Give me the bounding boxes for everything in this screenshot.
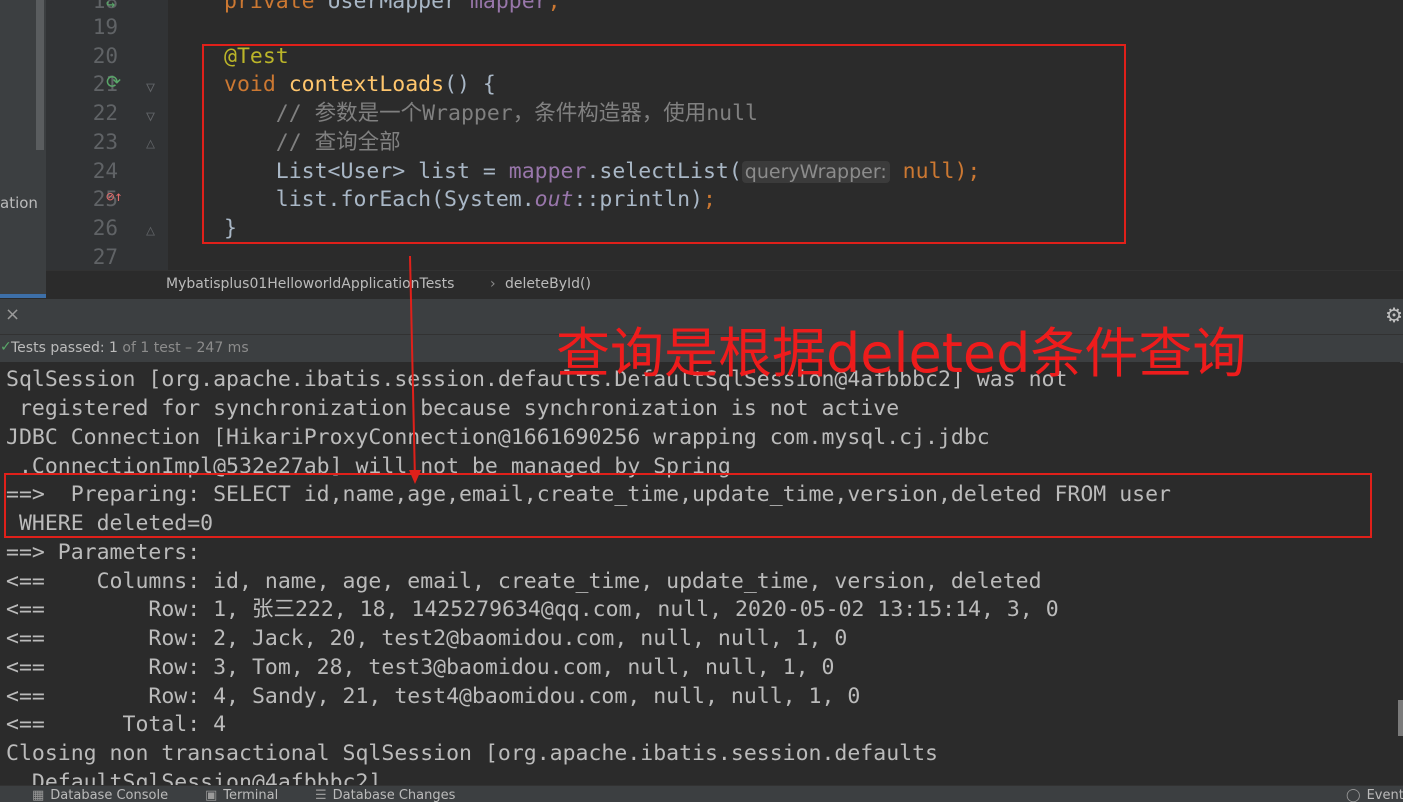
console-line: <== Row: 2, Jack, 20, test2@baomidou.com… bbox=[6, 626, 848, 651]
breadcrumb: Mybatisplus01HelloworldApplicationTests … bbox=[46, 270, 1403, 299]
fold-marker-icon[interactable]: ▽ bbox=[146, 108, 155, 124]
code-token: ; bbox=[547, 0, 561, 14]
tests-passed-count: 1 bbox=[109, 340, 118, 356]
line-number: 23 bbox=[92, 130, 118, 154]
terminal-icon: ▣ bbox=[205, 788, 218, 802]
check-icon: ✓ bbox=[0, 339, 12, 355]
editor-gutter: 18 19 20 21 22 23 24 25 26 27 ↪ ⟳ ⊘↑ ▽ ▽… bbox=[46, 0, 168, 270]
console-line: <== Total: 4 bbox=[6, 712, 227, 737]
tool-window-bar: ▦ Database Console ▣ Terminal ☰ Database Ch… bbox=[0, 785, 1403, 802]
tests-duration: – 247 ms bbox=[180, 340, 249, 356]
code-token: mapper bbox=[469, 0, 548, 14]
console-line: <== Row: 4, Sandy, 21, test4@baomidou.co… bbox=[6, 684, 861, 709]
breadcrumb-separator: › bbox=[490, 276, 496, 292]
console-line: .DefaultSqlSession@4afbbbc2] bbox=[6, 770, 382, 786]
tab-label: Event bbox=[1366, 788, 1403, 802]
database-changes-icon: ☰ bbox=[315, 788, 327, 802]
code-token: private bbox=[224, 0, 328, 14]
gear-icon[interactable]: ⚙ bbox=[1385, 303, 1403, 327]
database-console-tab[interactable]: ▦ Database Console bbox=[32, 788, 168, 802]
console-line: <== Columns: id, name, age, email, creat… bbox=[6, 569, 1042, 594]
line-number: 20 bbox=[92, 44, 118, 68]
console-line: ==> Parameters: bbox=[6, 540, 214, 565]
console-output[interactable]: SqlSession [org.apache.ibatis.session.de… bbox=[0, 362, 1400, 786]
console-line: registered for synchronization because s… bbox=[6, 396, 900, 421]
event-log-tab[interactable]: ◯ Event bbox=[1346, 788, 1403, 802]
terminal-tab[interactable]: ▣ Terminal bbox=[205, 788, 278, 802]
override-marker-icon[interactable]: ⊘↑ bbox=[106, 189, 123, 205]
code-line: private UserMapper mapper; bbox=[224, 0, 561, 16]
line-number: 27 bbox=[92, 245, 118, 269]
project-item-label[interactable]: ation bbox=[0, 194, 38, 212]
annotation-text: 查询是根据deleted条件查询 bbox=[556, 322, 1247, 385]
console-line: <== Row: 3, Tom, 28, test3@baomidou.com,… bbox=[6, 655, 835, 680]
line-number: 22 bbox=[92, 101, 118, 125]
run-test-icon[interactable]: ⟳ bbox=[106, 74, 121, 92]
line-number: 24 bbox=[92, 159, 118, 183]
fold-marker-icon[interactable]: △ bbox=[146, 135, 155, 151]
database-icon: ▦ bbox=[32, 788, 45, 802]
tab-label: Database Changes bbox=[332, 788, 456, 802]
project-scrollbar[interactable] bbox=[36, 0, 44, 150]
project-panel[interactable]: ation bbox=[0, 0, 46, 296]
fold-marker-icon[interactable]: ▽ bbox=[146, 79, 155, 95]
implementation-arrow-icon[interactable]: ↪ bbox=[106, 0, 115, 12]
line-number: 26 bbox=[92, 216, 118, 240]
breadcrumb-method[interactable]: deleteById() bbox=[505, 276, 591, 292]
code-token: UserMapper bbox=[327, 0, 470, 14]
breadcrumb-class[interactable]: Mybatisplus01HelloworldApplicationTests bbox=[166, 276, 454, 292]
tests-total: of 1 test bbox=[117, 340, 181, 356]
console-line: <== Row: 1, 张三222, 18, 1425279634@qq.com… bbox=[6, 597, 1059, 622]
test-status-text: Tests passed: 1 of 1 test – 247 ms bbox=[11, 340, 249, 356]
database-changes-tab[interactable]: ☰ Database Changes bbox=[315, 788, 455, 802]
line-number: 19 bbox=[92, 15, 118, 39]
console-line: JDBC Connection [HikariProxyConnection@1… bbox=[6, 425, 990, 450]
fold-marker-icon[interactable]: △ bbox=[146, 222, 155, 238]
event-log-icon: ◯ bbox=[1346, 788, 1361, 802]
annotation-box-sql bbox=[4, 473, 1372, 538]
console-scrollbar[interactable] bbox=[1398, 700, 1403, 736]
tab-label: Terminal bbox=[223, 788, 279, 802]
close-icon[interactable]: × bbox=[5, 304, 20, 325]
annotation-box-code bbox=[202, 44, 1126, 244]
tab-label: Database Console bbox=[50, 788, 169, 802]
console-line: Closing non transactional SqlSession [or… bbox=[6, 741, 938, 766]
test-status-prefix: Tests passed: bbox=[11, 340, 110, 356]
